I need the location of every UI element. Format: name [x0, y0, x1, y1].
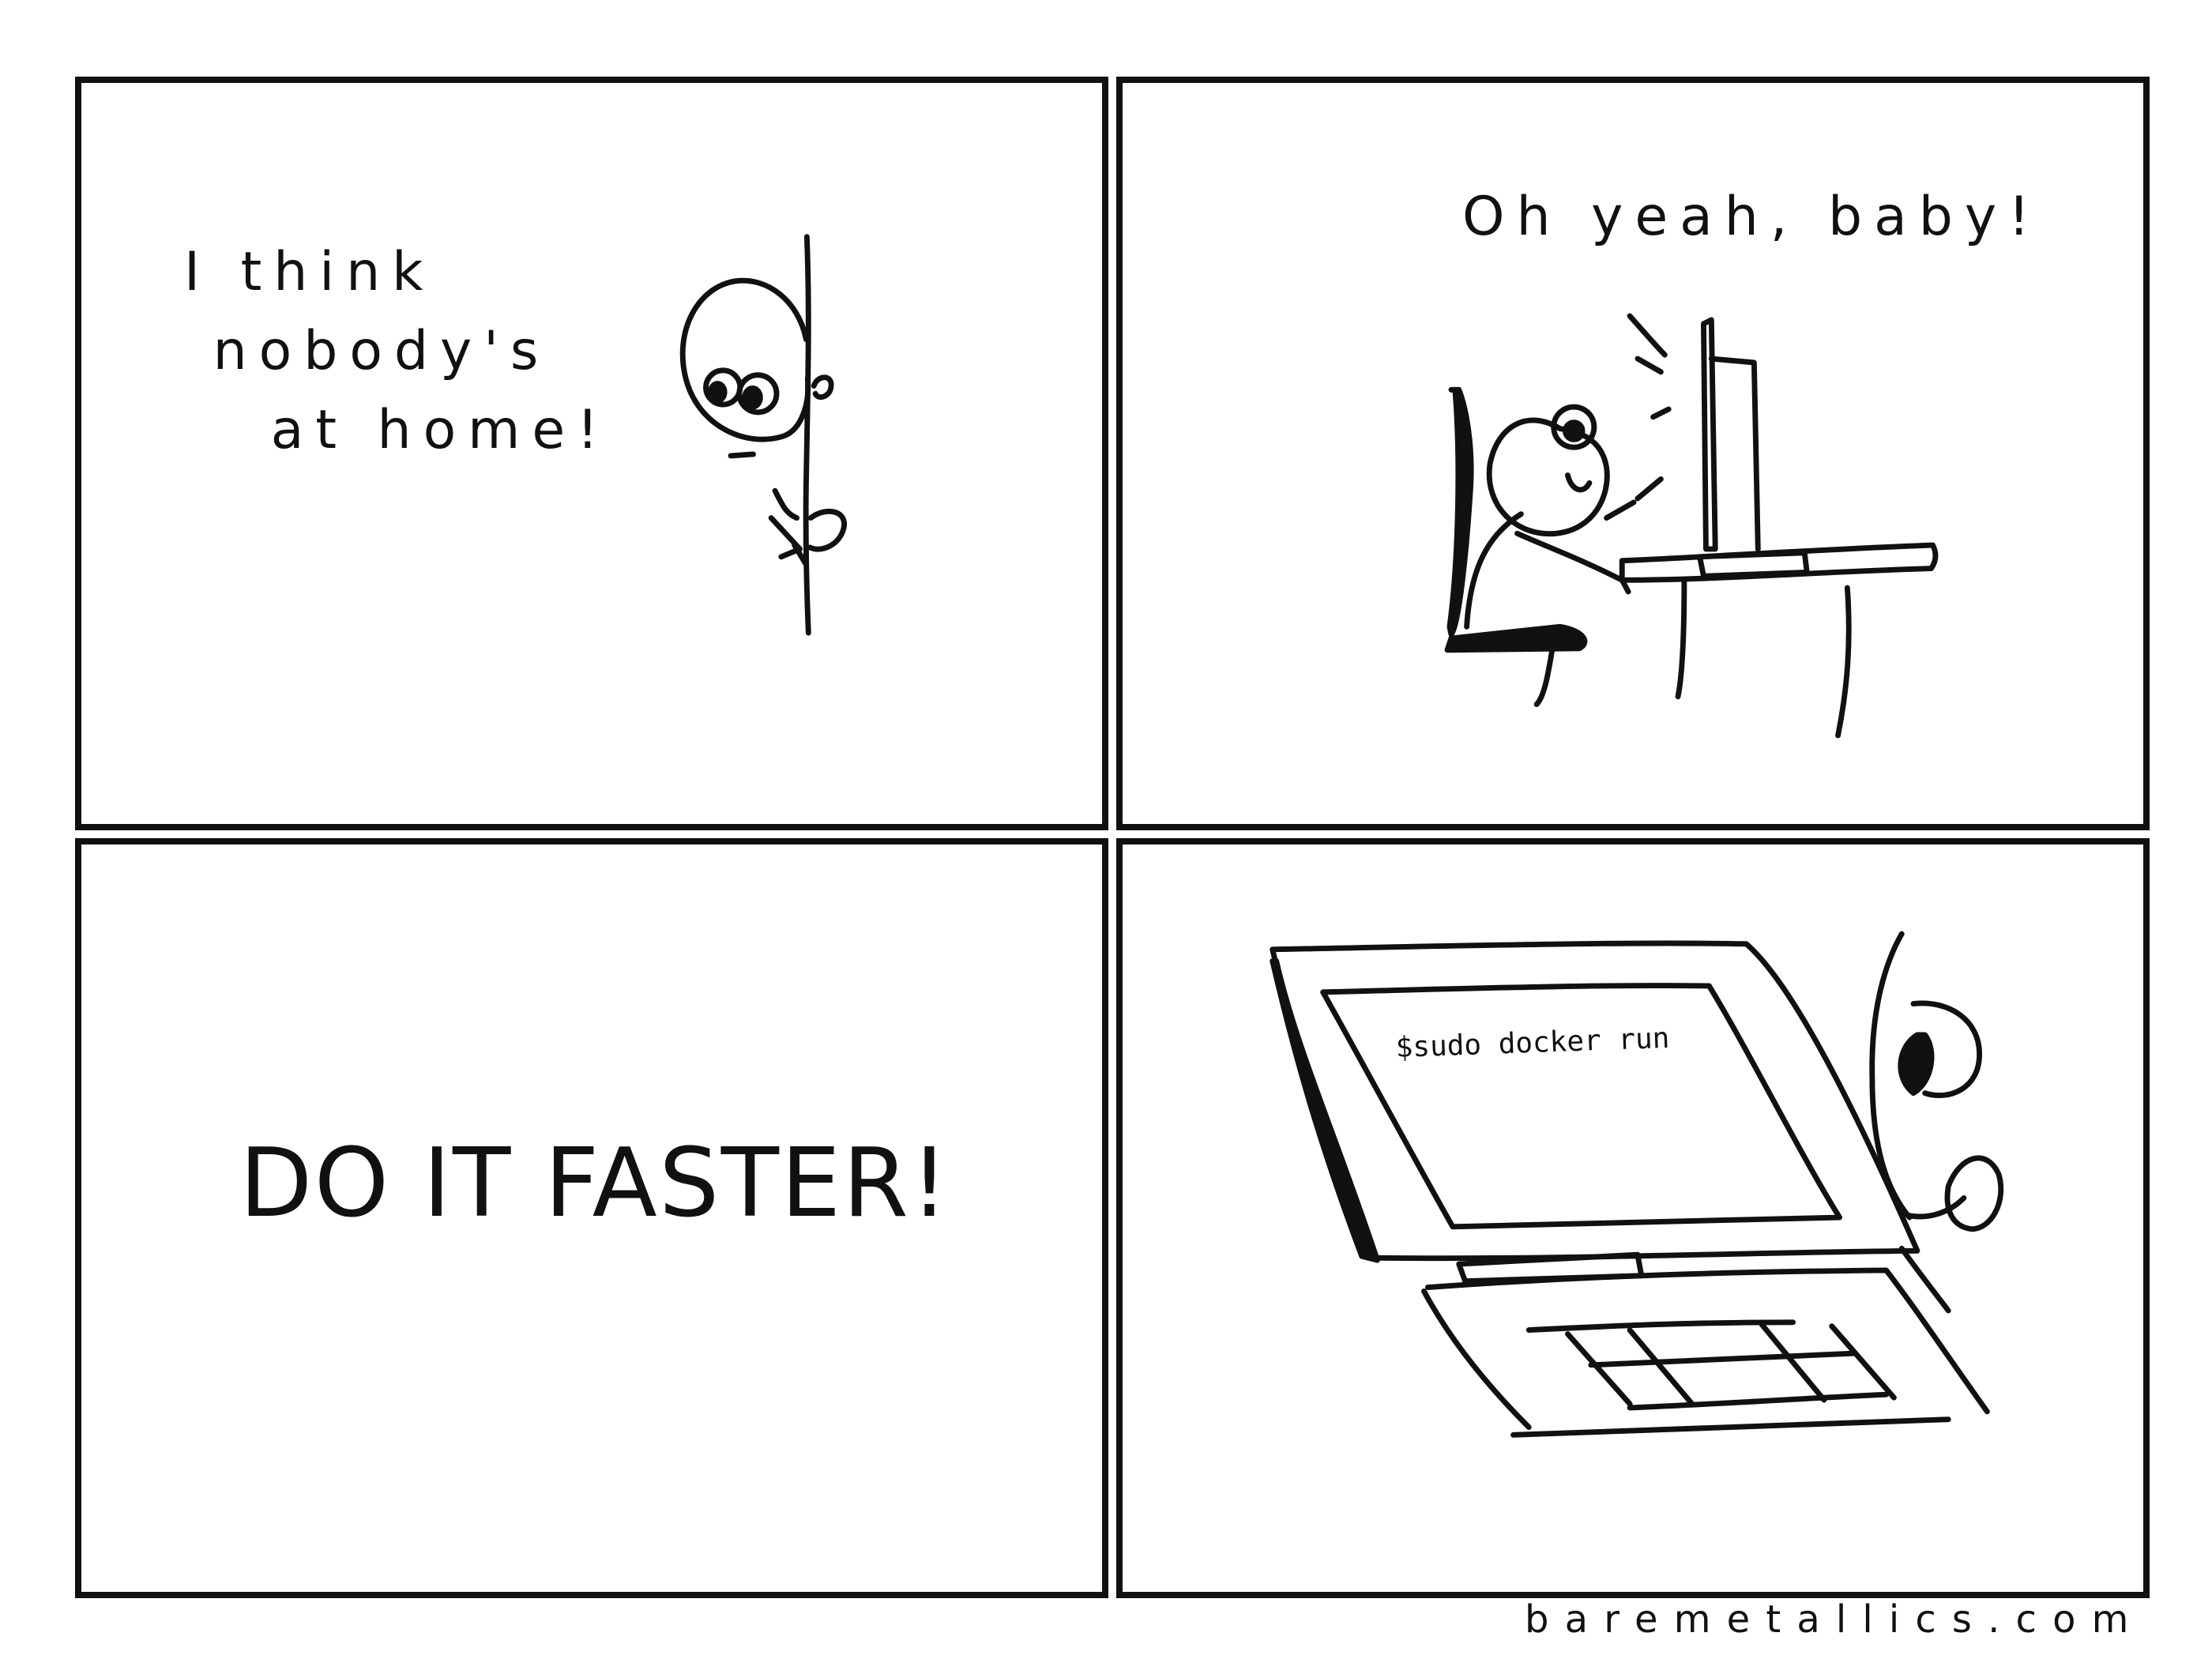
wall-edge: [803, 234, 811, 636]
right-pupil: [742, 385, 763, 410]
laptop-screen: [1320, 983, 1843, 1230]
comic-panel-4: $sudo docker run: [1116, 838, 2150, 1598]
face-eye: [1898, 1032, 1935, 1097]
head: [679, 277, 811, 442]
hand: [807, 508, 847, 552]
keyboard-col-4: [1829, 1323, 1897, 1401]
base-bottom: [1510, 1416, 1951, 1438]
laptop-closeup-illustration: [1270, 931, 2004, 1438]
body: [1464, 511, 1524, 630]
desk-leg-2: [1835, 585, 1852, 739]
speed-line-4: [1635, 476, 1664, 502]
peeking-figure-illustration: [679, 234, 847, 636]
keyboard-row-2: [1588, 1350, 1858, 1368]
arm: [1514, 530, 1631, 595]
laptop-base-left: [1424, 1267, 1990, 1415]
speed-line-5: [1604, 499, 1637, 521]
speed-line-3: [1650, 406, 1672, 420]
mouth: [728, 451, 756, 459]
monitor-side: [1708, 356, 1761, 552]
comic-panel-3: DO IT FASTER!: [75, 838, 1108, 1598]
shout-caption: DO IT FASTER!: [239, 1129, 950, 1239]
keyboard-col-1: [1564, 1331, 1633, 1407]
keyboard-top: [1525, 1319, 1796, 1334]
desk-top: [1619, 542, 1939, 583]
comic-panel-2: Oh yeah, baby!: [1116, 77, 2150, 830]
footer-url: baremetallics.com: [1525, 1597, 2145, 1642]
left-pupil: [707, 381, 728, 404]
face-nose: [1898, 1194, 1967, 1220]
comic-panel-1: I think nobody's at home!: [75, 77, 1108, 830]
neck: [772, 487, 800, 521]
figure-at-computer-illustration: [1444, 313, 1939, 739]
eye-pupil: [1563, 419, 1586, 442]
laptop-base-front: [1421, 1288, 1532, 1430]
laptop-hinge-shadow: [1270, 958, 1380, 1263]
tongue: [1564, 472, 1593, 493]
chair-seat: [1444, 623, 1588, 653]
speed-line-1: [1627, 313, 1668, 358]
monitor-front: [1701, 317, 1718, 552]
keyboard-row-3: [1627, 1391, 1890, 1411]
ear: [811, 374, 834, 401]
comic-page: { "panels": [ { "id": 1, "caption": "I t…: [0, 0, 2212, 1659]
keyboard-col-3: [1759, 1322, 1827, 1403]
desk-leg-1: [1675, 577, 1687, 700]
speed-line-2: [1635, 356, 1664, 375]
tongue: [1944, 1155, 2004, 1232]
keyboard-col-2: [1627, 1327, 1695, 1407]
leg-1: [1533, 647, 1556, 708]
